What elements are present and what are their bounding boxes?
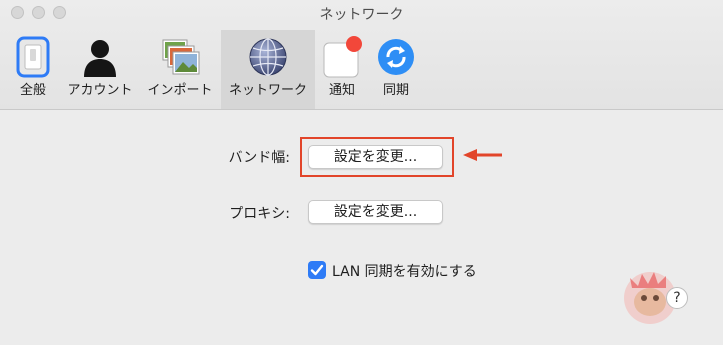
tab-general[interactable]: 全般: [4, 30, 62, 109]
tab-sync[interactable]: 同期: [370, 30, 422, 109]
preferences-window: ネットワーク 全般 アカウント インポート ネットワーク 通知 同期 バンド幅:…: [0, 0, 723, 345]
person-icon: [84, 40, 116, 77]
tab-notifications[interactable]: 通知: [318, 30, 366, 109]
globe-icon: [249, 38, 287, 76]
window-title: ネットワーク: [319, 7, 404, 23]
tab-label: ネットワーク: [228, 83, 307, 98]
proxy-change-button[interactable]: 設定を変更...: [308, 200, 443, 224]
tab-network[interactable]: ネットワーク: [221, 30, 315, 109]
toolbar: ネットワーク 全般 アカウント インポート ネットワーク 通知 同期: [0, 0, 723, 110]
lan-sync-checkbox[interactable]: [308, 261, 326, 279]
sync-icon: [378, 39, 414, 75]
tab-import[interactable]: インポート: [142, 30, 218, 109]
help-button[interactable]: ?: [666, 287, 688, 309]
tab-label: 同期: [382, 83, 409, 98]
bandwidth-change-button[interactable]: 設定を変更...: [308, 145, 443, 169]
lan-sync-label: LAN 同期を有効にする: [332, 264, 477, 280]
notification-icon: [323, 36, 362, 78]
photos-icon: [162, 39, 200, 75]
tab-label: インポート: [147, 83, 213, 98]
checkmark-icon: [310, 264, 324, 276]
tab-label: 通知: [328, 83, 355, 98]
switch-icon: [16, 36, 50, 78]
network-pane: バンド幅: 設定を変更... プロキシ: 設定を変更... LAN 同期を有効に…: [0, 110, 723, 345]
red-arrow-icon: [463, 149, 502, 161]
tab-account[interactable]: アカウント: [62, 30, 138, 109]
tab-label: アカウント: [67, 83, 133, 98]
bandwidth-label: バンド幅:: [228, 150, 290, 166]
proxy-label: プロキシ:: [229, 206, 290, 222]
tab-label: 全般: [19, 83, 46, 98]
